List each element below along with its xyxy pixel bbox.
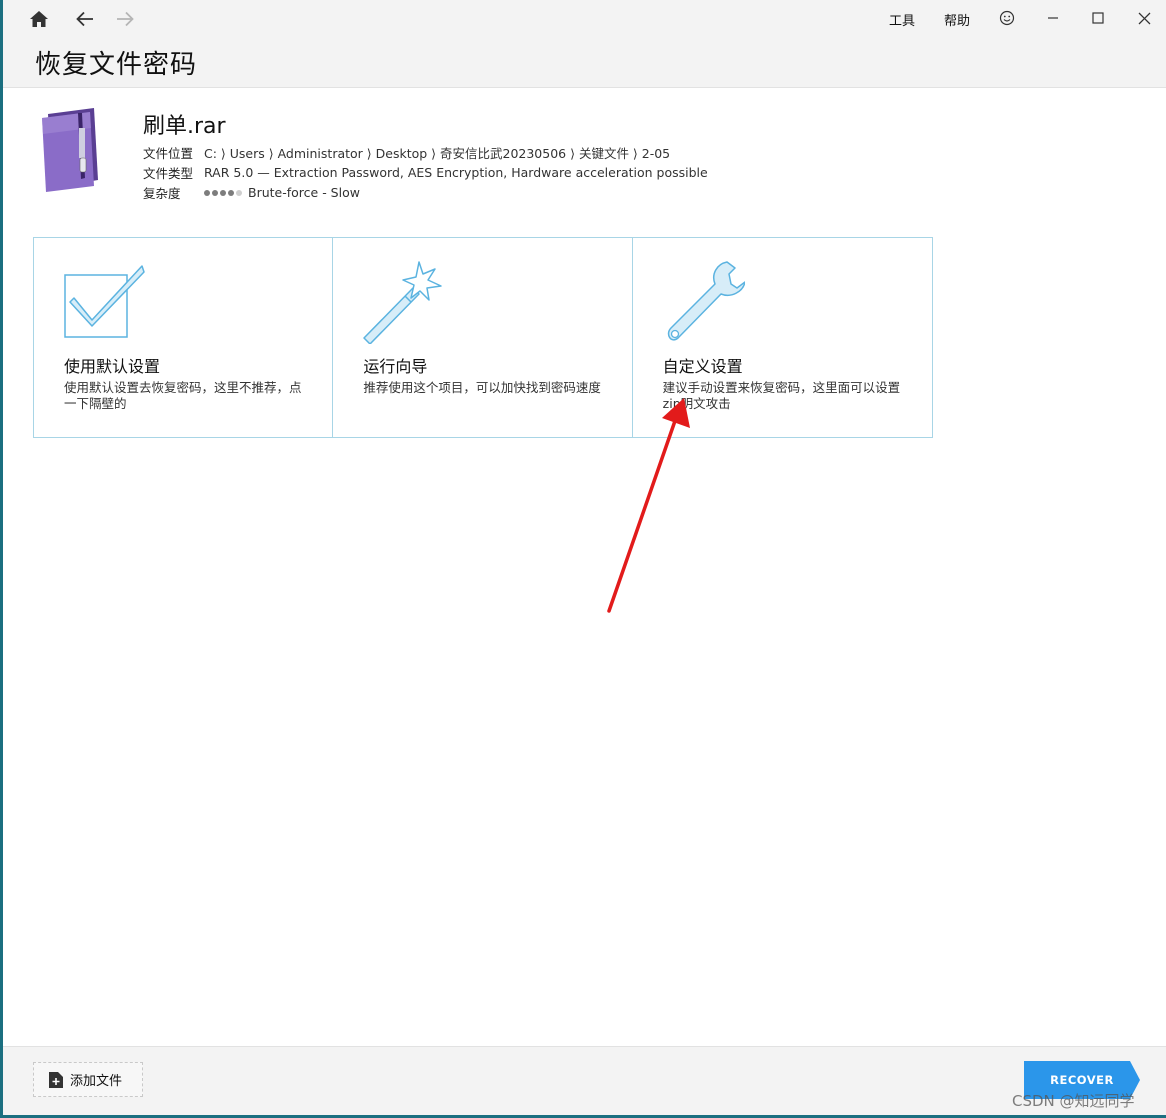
- file-type-label: 文件类型: [143, 166, 194, 181]
- complexity-dot-filled: [204, 189, 210, 196]
- menu-help[interactable]: 帮助: [944, 10, 970, 29]
- file-location-label: 文件位置: [143, 146, 194, 161]
- add-file-icon: [49, 1071, 63, 1088]
- feedback-button[interactable]: [993, 6, 1021, 30]
- option-description: 推荐使用这个项目，可以加快找到密码速度: [363, 380, 601, 395]
- option-description: 使用默认设置去恢复密码，这里不推荐，点一下隔壁的: [64, 380, 302, 411]
- add-file-button[interactable]: 添加文件: [33, 1062, 143, 1097]
- footer-bar: 添加文件 RECOVER: [3, 1046, 1166, 1115]
- arrow-right-icon: [117, 11, 134, 27]
- home-button[interactable]: [25, 6, 53, 32]
- file-name: 刷单.rar: [143, 114, 226, 139]
- file-location-row: 文件位置 C: ⟩ Users ⟩ Administrator ⟩ Deskto…: [143, 143, 670, 162]
- complexity-label: 复杂度: [143, 186, 181, 201]
- menu-tools[interactable]: 工具: [889, 10, 915, 29]
- annotation-arrow-icon: [607, 398, 690, 613]
- file-type-value: RAR 5.0 — Extraction Password, AES Encry…: [204, 165, 708, 180]
- minimize-icon: [1048, 17, 1058, 19]
- home-icon: [30, 11, 48, 27]
- complexity-dot-filled: [228, 189, 234, 196]
- file-type-row: 文件类型 RAR 5.0 — Extraction Password, AES …: [143, 163, 708, 182]
- back-button[interactable]: [71, 6, 99, 32]
- window-left-edge: [0, 0, 3, 1118]
- complexity-value: Brute-force - Slow: [248, 185, 360, 200]
- close-icon: [1138, 12, 1150, 24]
- smiley-icon: [999, 10, 1015, 26]
- option-default-settings[interactable]: 使用默认设置 使用默认设置去恢复密码，这里不推荐，点一下隔壁的: [34, 238, 334, 437]
- minimize-button[interactable]: [1039, 6, 1067, 30]
- file-location-path[interactable]: C: ⟩ Users ⟩ Administrator ⟩ Desktop ⟩ 奇…: [204, 143, 670, 162]
- option-title: 使用默认设置: [64, 357, 161, 376]
- maximize-icon: [1092, 12, 1104, 24]
- watermark: CSDN @知远同学: [1012, 1092, 1135, 1110]
- option-run-wizard[interactable]: 运行向导 推荐使用这个项目，可以加快找到密码速度: [333, 238, 633, 437]
- recover-label: RECOVER: [1050, 1073, 1114, 1087]
- maximize-button[interactable]: [1084, 6, 1112, 30]
- page-title: 恢复文件密码: [35, 50, 198, 80]
- option-title: 运行向导: [363, 357, 428, 376]
- complexity-dot-filled: [220, 189, 226, 196]
- option-title: 自定义设置: [662, 357, 743, 376]
- complexity-dot-filled: [212, 189, 218, 196]
- wrench-icon: [667, 261, 745, 341]
- title-bar: 工具 帮助 恢复文件密码: [3, 0, 1166, 88]
- complexity-row: 复杂度 Brute-force - Slow: [143, 183, 360, 202]
- complexity-dot-empty: [236, 189, 242, 196]
- add-file-label: 添加文件: [70, 1074, 123, 1089]
- checkbox-icon: [64, 265, 145, 338]
- recovery-options: 使用默认设置 使用默认设置去恢复密码，这里不推荐，点一下隔壁的 运行向导 推荐使…: [33, 237, 933, 438]
- rar-archive-icon: [42, 108, 98, 192]
- arrow-left-icon: [76, 11, 93, 27]
- forward-button[interactable]: [111, 6, 139, 32]
- magic-wand-icon: [363, 261, 443, 344]
- close-button[interactable]: [1130, 6, 1158, 30]
- complexity-dots: [204, 189, 242, 196]
